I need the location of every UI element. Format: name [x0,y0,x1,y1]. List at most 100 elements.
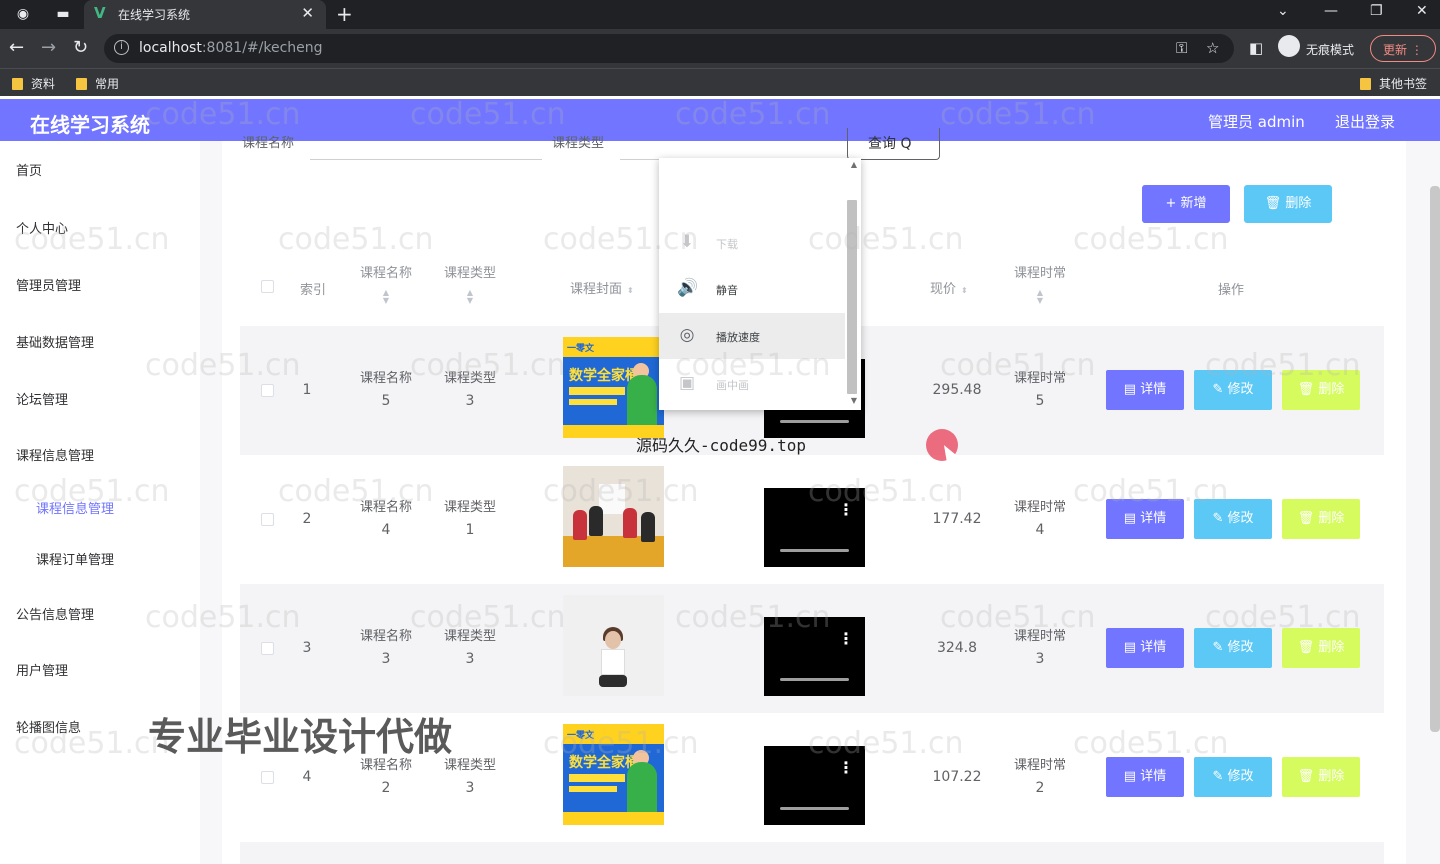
minimize-icon[interactable]: — [1324,3,1338,19]
edit-button[interactable]: ✎ 修改 [1194,370,1272,410]
tab-search-icon[interactable]: ▬ [54,5,72,23]
course-video-player[interactable]: ⋮ [764,746,865,825]
sidebar-item-carousel[interactable]: 轮播图信息 [16,717,81,736]
sidebar-subitem-course-info[interactable]: 课程信息管理 [36,498,114,517]
cell-duration: 课程时常 4 [1013,500,1066,538]
update-button[interactable]: 更新 ⋮ [1370,35,1436,62]
bookmark-star-icon[interactable]: ☆ [1206,39,1219,57]
playback-speed-icon: ◎ [679,325,695,345]
tab-list-icon[interactable]: ⌄ [1277,3,1289,19]
sidebar-item-forum[interactable]: 论坛管理 [16,389,68,408]
sidebar-item-notices[interactable]: 公告信息管理 [16,604,94,623]
ctx-scrollbar[interactable] [847,200,857,394]
ctx-playback-speed[interactable]: ◎ 播放速度 [659,313,845,359]
cell-duration: 课程时常 5 [1013,371,1066,409]
sidebar-item-basic-data[interactable]: 基础数据管理 [16,332,94,351]
th-type[interactable]: 课程类型 ▲ ▼ [440,262,500,305]
cell-duration: 课程时常 2 [1013,758,1066,796]
sort-icon[interactable]: ▲ ▼ [440,289,500,305]
bulk-delete-button[interactable]: 🗑 删除 [1244,185,1332,223]
row-checkbox[interactable] [261,384,274,397]
more-vert-icon[interactable]: ⋮ [838,500,854,519]
sidebar-item-course-info[interactable]: 课程信息管理 [16,445,94,464]
incognito-icon[interactable] [1278,35,1300,57]
sidebar-item-admins[interactable]: 管理员管理 [16,275,81,294]
add-button[interactable]: + 新增 [1142,185,1230,223]
th-cover[interactable]: 课程封面 ⬍ [570,278,634,297]
sidepanel-icon[interactable]: ◧ [1249,39,1263,57]
incognito-label: 无痕模式 [1306,43,1355,57]
course-cover-image [563,595,664,696]
course-cover-image: 一零文 数学全家桶 [563,337,664,438]
cell-index: 3 [302,640,312,656]
cell-type: 课程类型 3 [443,371,496,409]
sidebar-subitem-course-orders[interactable]: 课程订单管理 [36,549,114,568]
cell-duration: 课程时常 3 [1013,629,1066,667]
edit-button[interactable]: ✎ 修改 [1194,628,1272,668]
row-checkbox[interactable] [261,513,274,526]
key-icon[interactable]: ⚿ [1176,39,1187,57]
sort-icon[interactable]: ▲ ▼ [356,289,416,305]
logout-link[interactable]: 退出登录 [1335,111,1395,132]
detail-button[interactable]: ▤ 详情 [1106,370,1184,410]
th-name[interactable]: 课程名称 ▲ ▼ [356,262,416,305]
sort-icon[interactable]: ⬍ [961,286,968,295]
course-video-player[interactable]: ⋮ [764,617,865,696]
ctx-picture-in-picture[interactable]: ▣ 画中画 [659,361,845,407]
folder-icon [12,78,23,90]
cell-price: 324.8 [936,640,978,656]
search-type-label: 课程类型 [552,136,605,151]
query-button[interactable]: 查询 Q [847,128,940,160]
search-name-input[interactable] [310,141,542,160]
delete-button[interactable]: 🗑 删除 [1282,757,1360,797]
browser-menu-icon[interactable]: ◉ [14,5,32,23]
scroll-down-icon[interactable]: ▼ [851,396,857,405]
close-tab-icon[interactable]: ✕ [301,4,314,22]
download-icon: ⬇ [679,232,695,252]
sort-icon[interactable]: ⬍ [627,286,634,295]
edit-button[interactable]: ✎ 修改 [1194,757,1272,797]
more-vert-icon[interactable]: ⋮ [838,758,854,777]
tab-title: 在线学习系统 [118,8,191,22]
th-price[interactable]: 现价 ⬍ [930,278,968,297]
new-tab-icon[interactable]: + [336,2,353,26]
url-text: localhost:8081/#/kecheng [139,40,323,56]
sidebar-item-profile[interactable]: 个人中心 [16,218,68,237]
course-video-player[interactable]: ⋮ [764,488,865,567]
detail-button[interactable]: ▤ 详情 [1106,757,1184,797]
app-header: 在线学习系统 管理员 admin 退出登录 [0,99,1440,141]
ctx-mute[interactable]: 🔊 静音 [659,266,845,312]
close-window-icon[interactable]: ✕ [1416,3,1428,19]
delete-button[interactable]: 🗑 删除 [1282,499,1360,539]
bookmarks-bar: 资料 常用 其他书签 [0,68,1440,96]
row-checkbox[interactable] [261,642,274,655]
restore-icon[interactable]: ❐ [1370,3,1383,19]
ctx-download[interactable]: ⬇ 下载 [659,220,845,266]
detail-button[interactable]: ▤ 详情 [1106,499,1184,539]
th-duration[interactable]: 课程时常 ▲ ▼ [1010,262,1070,305]
delete-button[interactable]: 🗑 删除 [1282,628,1360,668]
select-all-checkbox[interactable] [261,280,274,293]
bookmark-folder[interactable]: 常用 [76,75,119,92]
page-scrollbar[interactable] [1430,186,1440,732]
cell-index: 2 [302,511,312,527]
delete-button[interactable]: 🗑 删除 [1282,370,1360,410]
sidebar-item-home[interactable]: 首页 [16,160,42,179]
edit-button[interactable]: ✎ 修改 [1194,499,1272,539]
other-bookmarks[interactable]: 其他书签 [1360,75,1427,92]
browser-tab-active[interactable]: V 在线学习系统 ✕ [84,0,326,29]
app-title: 在线学习系统 [30,113,150,137]
bookmark-folder[interactable]: 资料 [12,75,55,92]
url-input[interactable]: i localhost:8081/#/kecheng ⚿ ☆ [104,34,1234,63]
forward-icon[interactable]: → [41,37,56,58]
sort-icon[interactable]: ▲ ▼ [1010,289,1070,305]
detail-button[interactable]: ▤ 详情 [1106,628,1184,668]
row-checkbox[interactable] [261,771,274,784]
sidebar-item-users[interactable]: 用户管理 [16,660,68,679]
site-info-icon[interactable]: i [114,40,129,55]
back-icon[interactable]: ← [9,37,24,58]
scroll-up-icon[interactable]: ▲ [851,160,857,169]
more-vert-icon[interactable]: ⋮ [838,629,854,648]
reload-icon[interactable]: ↻ [73,37,88,58]
cell-index: 4 [302,769,312,785]
